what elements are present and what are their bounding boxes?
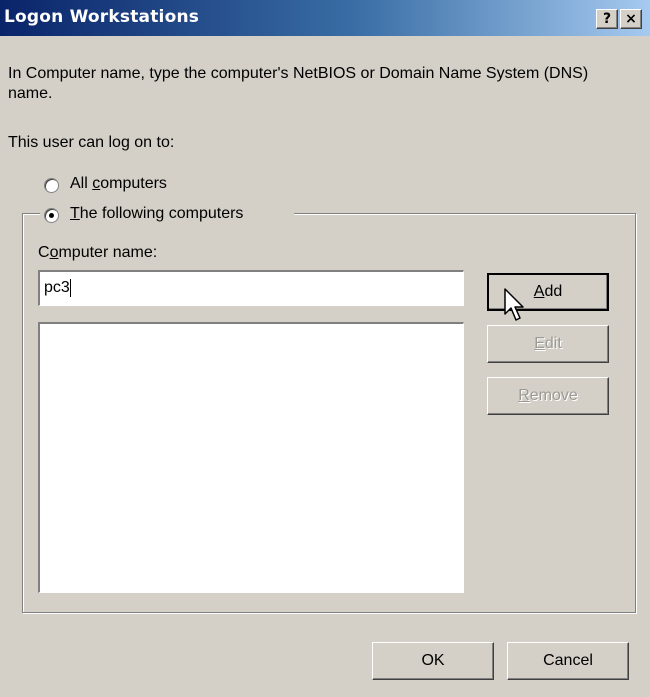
instructions-text: In Computer name, type the computer's Ne…	[8, 65, 589, 102]
remove-button[interactable]: Remove	[487, 377, 609, 415]
radio-selected-dot	[49, 213, 54, 218]
computer-name-input[interactable]: pc3	[38, 270, 464, 306]
close-button[interactable]: ×	[620, 9, 642, 29]
cancel-button[interactable]: Cancel	[507, 642, 629, 680]
edit-button[interactable]: Edit	[487, 325, 609, 363]
ok-button[interactable]: OK	[372, 642, 494, 680]
close-icon: ×	[625, 11, 637, 27]
computer-name-value: pc3	[44, 279, 70, 296]
computers-list[interactable]	[38, 322, 464, 593]
help-icon: ?	[602, 11, 612, 27]
all-computers-label[interactable]: All computers	[70, 175, 167, 193]
logon-to-label: This user can log on to:	[8, 134, 175, 151]
all-computers-radio[interactable]	[44, 178, 59, 193]
help-button[interactable]: ?	[596, 9, 618, 29]
following-computers-label[interactable]: The following computers	[70, 205, 243, 223]
mouse-pointer-icon	[504, 288, 524, 321]
following-computers-radio[interactable]	[44, 208, 59, 223]
title-bar: Logon Workstations ? ×	[0, 0, 650, 36]
window-title: Logon Workstations	[4, 7, 200, 27]
computer-name-label: Computer name:	[38, 244, 158, 261]
text-caret	[69, 279, 71, 297]
